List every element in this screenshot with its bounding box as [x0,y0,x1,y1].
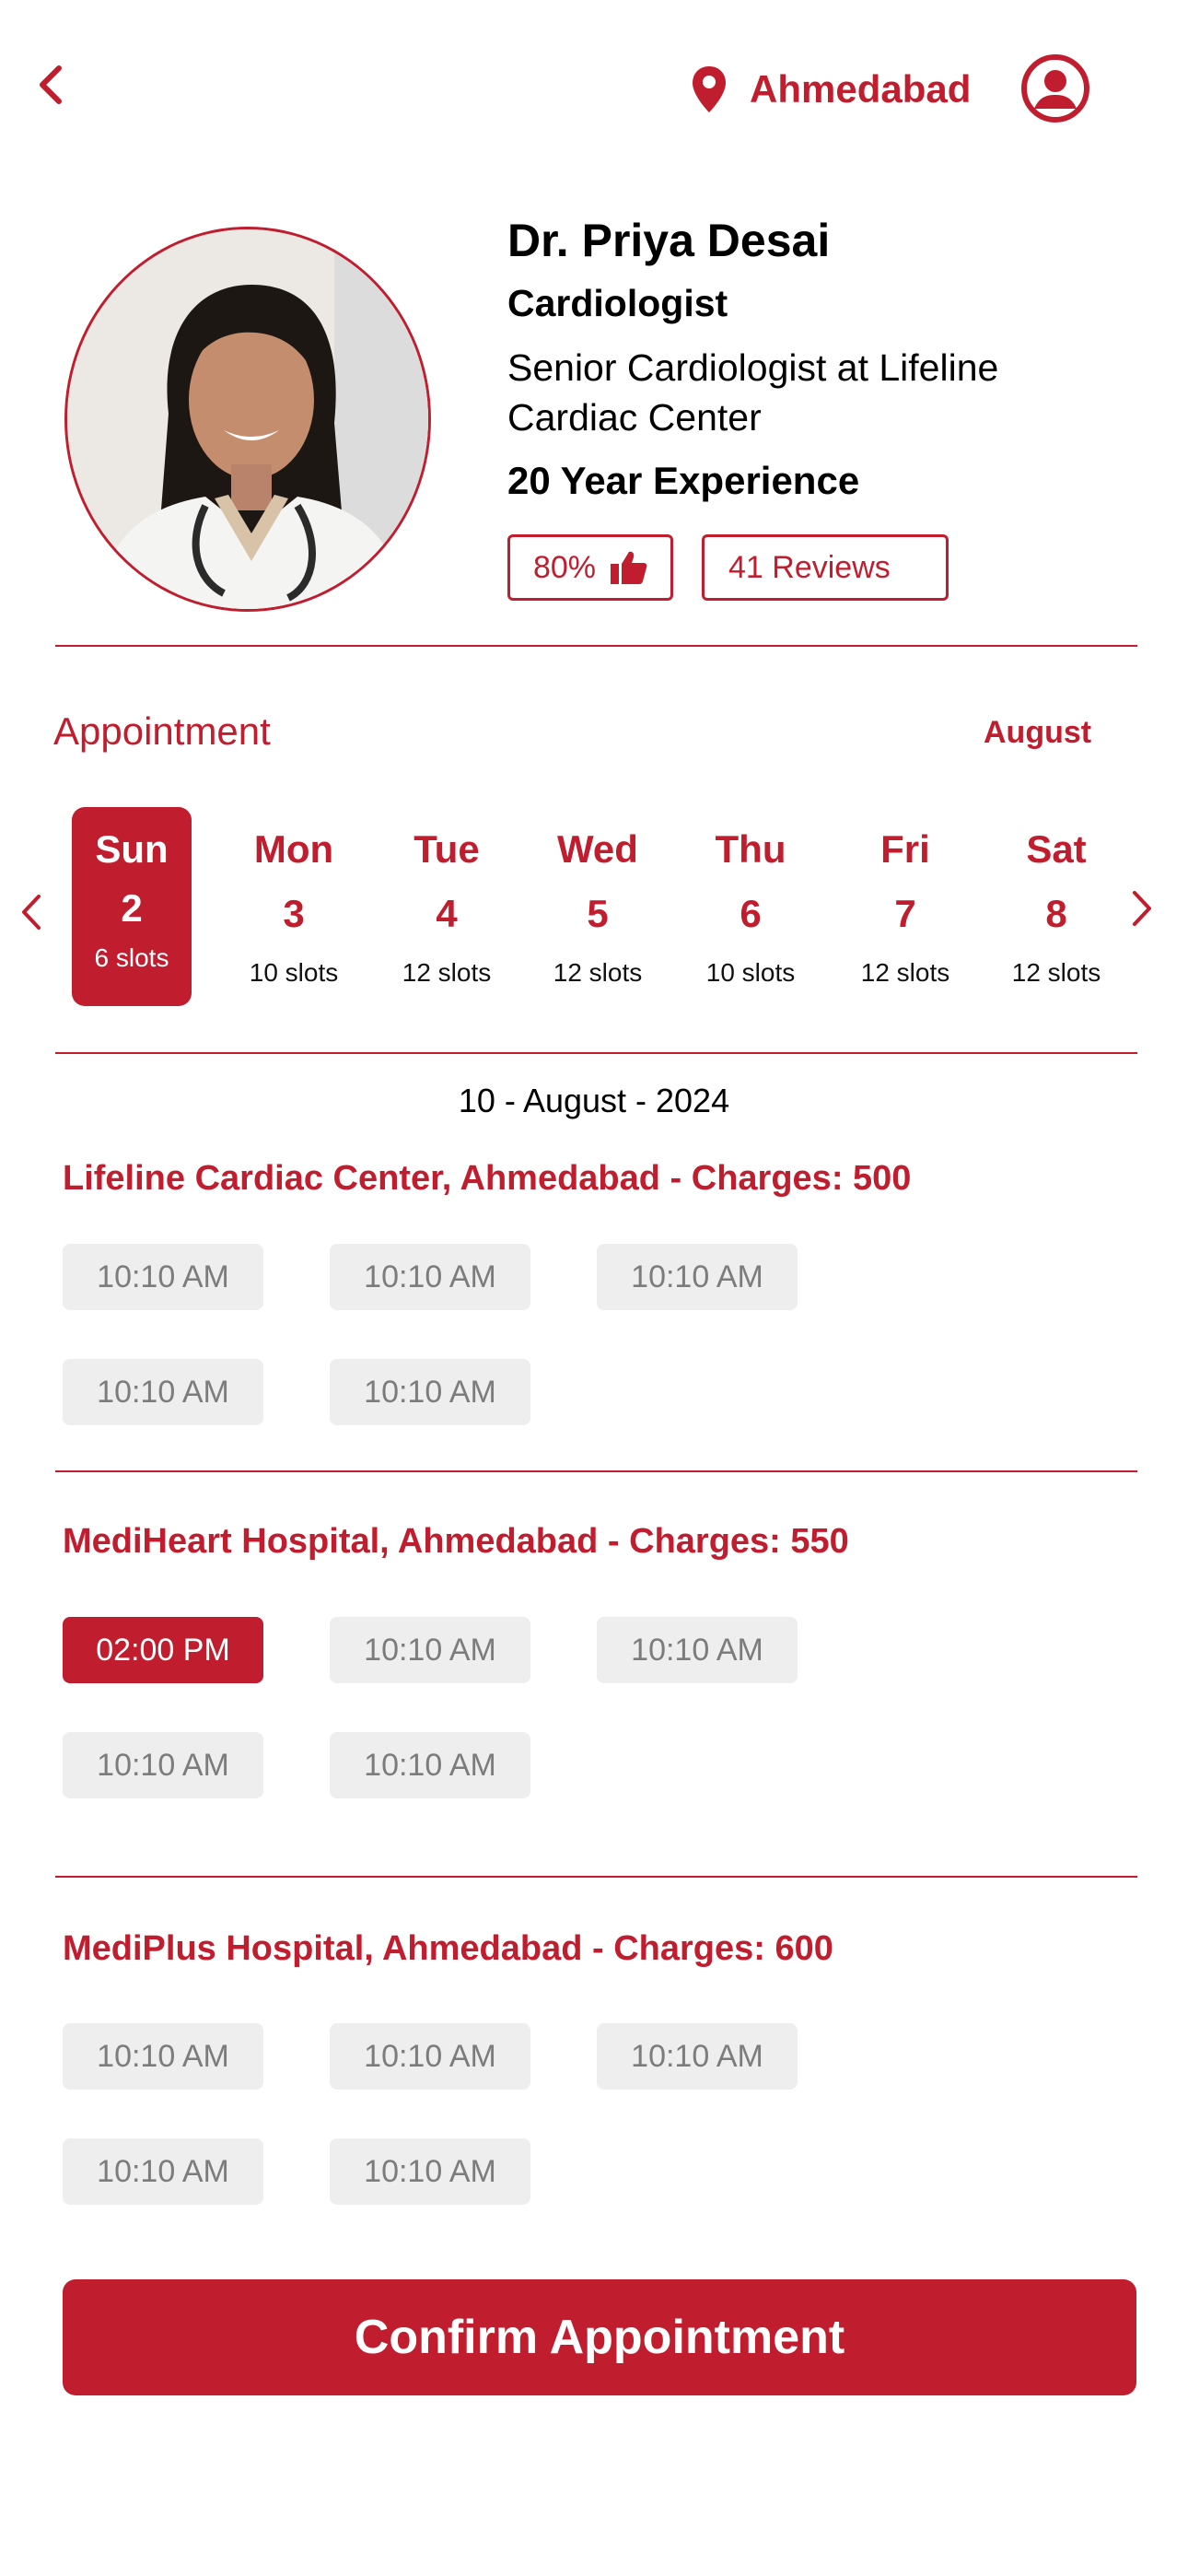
time-slot[interactable]: 10:10 AM [63,2023,263,2090]
location-selector[interactable]: Ahmedabad [691,57,971,122]
clinic-title: Lifeline Cardiac Center, Ahmedabad - Cha… [63,1159,912,1198]
day-name: Tue [413,827,480,871]
time-slot[interactable]: 10:10 AM [330,2023,530,2090]
profile-button[interactable] [1020,53,1090,123]
day-sun[interactable]: Sun 2 6 slots [72,807,192,1006]
doctor-name: Dr. Priya Desai [507,215,831,266]
day-slots: 12 slots [860,958,950,987]
time-slot[interactable]: 10:10 AM [330,1359,530,1425]
time-slot[interactable]: 10:10 AM [597,1617,798,1683]
day-name: Sat [1026,827,1087,871]
day-name: Sun [95,827,169,871]
day-date: 3 [283,892,305,935]
divider [55,1470,1137,1472]
day-slots: 6 slots [94,943,169,972]
thumbs-up-icon [611,551,647,584]
user-circle-icon [1021,54,1089,123]
doctor-experience: 20 Year Experience [507,459,860,502]
day-sat[interactable]: Sat 8 12 slots [996,807,1116,1006]
time-slot[interactable]: 10:10 AM [330,1732,530,1798]
time-slot[interactable]: 10:10 AM [63,1359,263,1425]
chevron-left-icon [22,895,41,930]
prev-week-button[interactable] [13,884,50,940]
appointment-title: Appointment [53,709,271,753]
chevron-right-icon [1133,891,1151,926]
day-slots: 12 slots [402,958,492,987]
time-slot[interactable]: 10:10 AM [330,2138,530,2205]
divider [55,645,1137,647]
day-selector: Sun 2 6 slots Mon 3 10 slots Tue 4 12 sl… [66,807,1122,1010]
confirm-appointment-button[interactable]: Confirm Appointment [63,2279,1136,2395]
doctor-specialty: Cardiologist [507,282,728,324]
rating-value: 80% [532,549,597,585]
day-slots: 10 slots [249,958,339,987]
month-selector[interactable]: August [984,715,1091,751]
day-slots: 12 slots [553,958,643,987]
day-slots: 10 slots [705,958,796,987]
day-date: 5 [587,892,609,935]
day-tue[interactable]: Tue 4 12 slots [387,807,507,1006]
day-mon[interactable]: Mon 3 10 slots [234,807,354,1006]
time-slot-selected[interactable]: 02:00 PM [63,1617,263,1683]
doctor-photo [64,227,431,612]
doctor-description: Senior Cardiologist at Lifeline Cardiac … [507,346,999,439]
clinic-title: MediPlus Hospital, Ahmedabad - Charges: … [63,1929,833,1968]
time-slot[interactable]: 10:10 AM [597,2023,798,2090]
time-slot[interactable]: 10:10 AM [63,2138,263,2205]
clinic-title: MediHeart Hospital, Ahmedabad - Charges:… [63,1522,849,1561]
day-date: 6 [740,892,762,935]
reviews-button[interactable]: 41 Reviews [702,534,949,601]
selected-date: 10 - August - 2024 [458,1082,730,1119]
day-date: 4 [436,892,458,935]
time-slot[interactable]: 10:10 AM [63,1244,263,1310]
day-thu[interactable]: Thu 6 10 slots [691,807,810,1006]
day-date: 2 [121,886,143,930]
rating-badge[interactable]: 80% [507,534,673,601]
map-pin-icon [693,66,726,112]
location-label: Ahmedabad [750,67,972,111]
day-name: Thu [715,827,786,871]
divider [55,1052,1137,1054]
divider [55,1876,1137,1878]
back-button[interactable] [28,57,74,112]
time-slot[interactable]: 10:10 AM [330,1617,530,1683]
day-name: Wed [557,827,638,871]
time-slot[interactable]: 10:10 AM [330,1244,530,1310]
next-week-button[interactable] [1124,881,1160,936]
day-name: Fri [880,827,930,871]
chevron-left-icon [40,65,62,104]
day-date: 8 [1045,892,1067,935]
day-slots: 12 slots [1011,958,1101,987]
day-date: 7 [894,892,916,935]
day-fri[interactable]: Fri 7 12 slots [845,807,965,1006]
day-wed[interactable]: Wed 5 12 slots [538,807,658,1006]
day-name: Mon [253,827,334,871]
time-slot[interactable]: 10:10 AM [63,1732,263,1798]
time-slot[interactable]: 10:10 AM [597,1244,798,1310]
